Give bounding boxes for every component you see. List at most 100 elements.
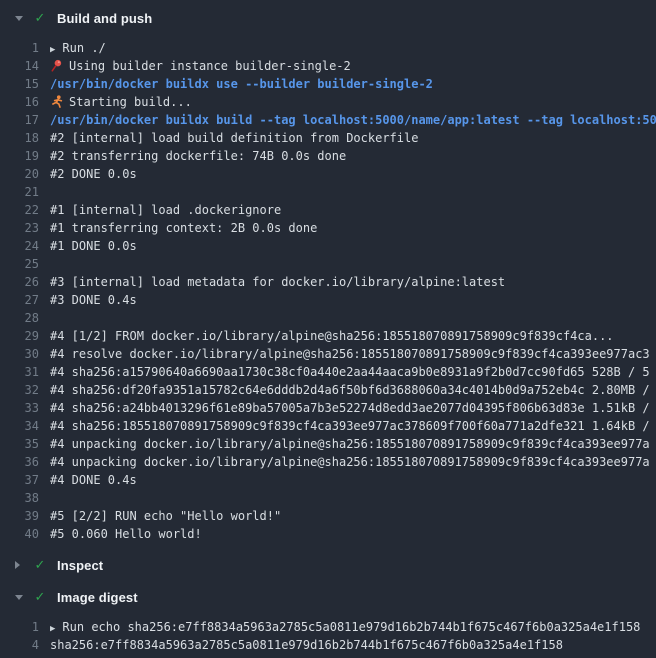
chevron-slot[interactable] bbox=[15, 16, 25, 21]
step-header[interactable]: ✓ Inspect bbox=[0, 551, 656, 579]
step-section: ✓ Build and push 1 ▶Run ./ 14 Using buil… bbox=[0, 4, 656, 547]
chevron-down-icon[interactable] bbox=[15, 595, 23, 600]
log-line-text: #5 0.060 Hello world! bbox=[39, 525, 656, 543]
log-line-number[interactable]: 24 bbox=[0, 237, 39, 255]
log-line: 17 /usr/bin/docker buildx build --tag lo… bbox=[0, 111, 656, 129]
log-line: 36 #4 unpacking docker.io/library/alpine… bbox=[0, 453, 656, 471]
step-header[interactable]: ✓ Image digest bbox=[0, 583, 656, 611]
check-icon: ✓ bbox=[33, 11, 47, 26]
step-header[interactable]: ✓ Build and push bbox=[0, 4, 656, 32]
step-log: 1 ▶Run ./ 14 Using builder instance buil… bbox=[0, 32, 656, 547]
log-line-text bbox=[39, 183, 656, 201]
log-line-text: /usr/bin/docker buildx build --tag local… bbox=[39, 111, 656, 129]
log-line: 40 #5 0.060 Hello world! bbox=[0, 525, 656, 543]
log-line-text: #4 sha256:a24bb4013296f61e89ba57005a7b3e… bbox=[39, 399, 656, 417]
log-line-number[interactable]: 25 bbox=[0, 255, 39, 273]
log-line-number[interactable]: 1 bbox=[0, 39, 39, 57]
log-line-number[interactable]: 16 bbox=[0, 93, 39, 111]
runner-icon bbox=[50, 95, 63, 108]
log-line-number[interactable]: 17 bbox=[0, 111, 39, 129]
log-line-text: #5 [2/2] RUN echo "Hello world!" bbox=[39, 507, 656, 525]
log-line-text: #4 unpacking docker.io/library/alpine@sh… bbox=[39, 435, 656, 453]
step-title: Build and push bbox=[57, 11, 152, 26]
log-line-text bbox=[39, 255, 656, 273]
step-section: ✓ Image digest 1 ▶Run echo sha256:e7ff88… bbox=[0, 583, 656, 658]
log-line-text: #4 [1/2] FROM docker.io/library/alpine@s… bbox=[39, 327, 656, 345]
log-line-text: #4 sha256:185518070891758909c9f839cf4ca3… bbox=[39, 417, 656, 435]
log-line: 26 #3 [internal] load metadata for docke… bbox=[0, 273, 656, 291]
expand-run-arrow-icon[interactable]: ▶ bbox=[50, 624, 55, 634]
log-line-text: #1 DONE 0.0s bbox=[39, 237, 656, 255]
log-line-number[interactable]: 4 bbox=[0, 636, 39, 654]
log-line-number[interactable]: 26 bbox=[0, 273, 39, 291]
log-line-text: #4 resolve docker.io/library/alpine@sha2… bbox=[39, 345, 656, 363]
log-line-text: sha256:e7ff8834a5963a2785c5a0811e979d16b… bbox=[39, 636, 656, 654]
log-line: 39 #5 [2/2] RUN echo "Hello world!" bbox=[0, 507, 656, 525]
log-line-number[interactable]: 21 bbox=[0, 183, 39, 201]
log-line-text: #4 sha256:a15790640a6690aa1730c38cf0a440… bbox=[39, 363, 656, 381]
log-line-number[interactable]: 27 bbox=[0, 291, 39, 309]
log-line-number[interactable]: 1 bbox=[0, 618, 39, 636]
log-line: 23 #1 transferring context: 2B 0.0s done bbox=[0, 219, 656, 237]
log-line: 22 #1 [internal] load .dockerignore bbox=[0, 201, 656, 219]
log-line: 1 ▶Run ./ bbox=[0, 39, 656, 57]
log-line-text: #2 DONE 0.0s bbox=[39, 165, 656, 183]
log-line-number[interactable]: 39 bbox=[0, 507, 39, 525]
log-line-number[interactable]: 15 bbox=[0, 75, 39, 93]
log-line-number[interactable]: 30 bbox=[0, 345, 39, 363]
log-line-number[interactable]: 23 bbox=[0, 219, 39, 237]
check-icon: ✓ bbox=[33, 558, 47, 573]
log-line: 20 #2 DONE 0.0s bbox=[0, 165, 656, 183]
log-line-number[interactable]: 35 bbox=[0, 435, 39, 453]
log-line-number[interactable]: 33 bbox=[0, 399, 39, 417]
chevron-down-icon[interactable] bbox=[15, 16, 23, 21]
step-title: Image digest bbox=[57, 590, 138, 605]
step-section: ✓ Inspect bbox=[0, 551, 656, 579]
log-line-text bbox=[39, 309, 656, 327]
actions-log-viewer: ✓ Build and push 1 ▶Run ./ 14 Using buil… bbox=[0, 0, 656, 658]
log-line-text: #2 transferring dockerfile: 74B 0.0s don… bbox=[39, 147, 656, 165]
log-line-number[interactable]: 32 bbox=[0, 381, 39, 399]
log-line: 38 bbox=[0, 489, 656, 507]
chevron-slot[interactable] bbox=[15, 595, 25, 600]
log-line-number[interactable]: 34 bbox=[0, 417, 39, 435]
expand-run-arrow-icon[interactable]: ▶ bbox=[50, 45, 55, 55]
check-icon: ✓ bbox=[33, 590, 47, 605]
log-line: 19 #2 transferring dockerfile: 74B 0.0s … bbox=[0, 147, 656, 165]
log-line: 33 #4 sha256:a24bb4013296f61e89ba57005a7… bbox=[0, 399, 656, 417]
log-line: 32 #4 sha256:df20fa9351a15782c64e6dddb2d… bbox=[0, 381, 656, 399]
chevron-right-icon[interactable] bbox=[15, 561, 20, 569]
log-line-number[interactable]: 14 bbox=[0, 57, 39, 75]
log-line: 27 #3 DONE 0.4s bbox=[0, 291, 656, 309]
log-line-number[interactable]: 40 bbox=[0, 525, 39, 543]
log-line-number[interactable]: 36 bbox=[0, 453, 39, 471]
log-line: 29 #4 [1/2] FROM docker.io/library/alpin… bbox=[0, 327, 656, 345]
log-line: 18 #2 [internal] load build definition f… bbox=[0, 129, 656, 147]
step-log: 1 ▶Run echo sha256:e7ff8834a5963a2785c5a… bbox=[0, 611, 656, 658]
log-line-text: /usr/bin/docker buildx use --builder bui… bbox=[39, 75, 656, 93]
steps-list: ✓ Build and push 1 ▶Run ./ 14 Using buil… bbox=[0, 4, 656, 658]
log-line: 30 #4 resolve docker.io/library/alpine@s… bbox=[0, 345, 656, 363]
log-line-number[interactable]: 29 bbox=[0, 327, 39, 345]
log-line: 15 /usr/bin/docker buildx use --builder … bbox=[0, 75, 656, 93]
log-line: 24 #1 DONE 0.0s bbox=[0, 237, 656, 255]
log-line: 34 #4 sha256:185518070891758909c9f839cf4… bbox=[0, 417, 656, 435]
log-line: 21 bbox=[0, 183, 656, 201]
log-line-number[interactable]: 18 bbox=[0, 129, 39, 147]
log-line-number[interactable]: 37 bbox=[0, 471, 39, 489]
log-line-number[interactable]: 28 bbox=[0, 309, 39, 327]
log-line: 1 ▶Run echo sha256:e7ff8834a5963a2785c5a… bbox=[0, 618, 656, 636]
log-line-text: Using builder instance builder-single-2 bbox=[39, 57, 656, 75]
chevron-slot[interactable] bbox=[15, 561, 25, 569]
log-line-number[interactable]: 22 bbox=[0, 201, 39, 219]
log-line-number[interactable]: 38 bbox=[0, 489, 39, 507]
log-line-number[interactable]: 20 bbox=[0, 165, 39, 183]
log-line-text: #4 sha256:df20fa9351a15782c64e6dddb2d4a6… bbox=[39, 381, 656, 399]
log-line-text: #4 unpacking docker.io/library/alpine@sh… bbox=[39, 453, 656, 471]
log-line: 16 Starting build... bbox=[0, 93, 656, 111]
log-line-text: #2 [internal] load build definition from… bbox=[39, 129, 656, 147]
log-line-number[interactable]: 19 bbox=[0, 147, 39, 165]
pushpin-icon bbox=[50, 59, 63, 72]
log-line-text bbox=[39, 489, 656, 507]
log-line-number[interactable]: 31 bbox=[0, 363, 39, 381]
